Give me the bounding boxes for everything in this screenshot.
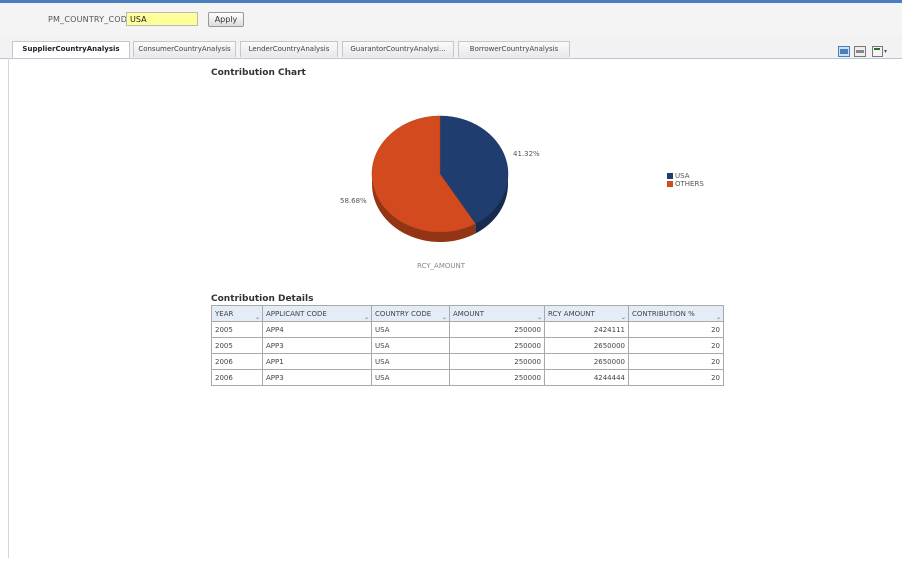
table-row: 2006 APP1 USA 250000 2650000 20 (211, 353, 724, 370)
cell-country-code: USA (371, 369, 450, 386)
print-icon[interactable] (854, 42, 866, 57)
contribution-details-title: Contribution Details (211, 294, 314, 304)
pie-measure-label: RCY_AMOUNT (416, 262, 466, 270)
pie-label-usa: 41.32% (513, 150, 540, 158)
contribution-pie-chart (371, 115, 509, 242)
column-header-amount[interactable]: AMOUNT ⌄ (449, 305, 545, 322)
parameter-bar: PM_COUNTRY_CODE Apply (0, 3, 902, 36)
contribution-details-table: YEAR ⌄ APPLICANT CODE ⌄ COUNTRY CODE ⌄ AMOU… (211, 305, 724, 386)
sort-icon[interactable]: ⌄ (621, 314, 626, 321)
legend-item-usa: USA (667, 172, 704, 180)
column-header-year[interactable]: YEAR ⌄ (211, 305, 263, 322)
column-header-contribution-pct[interactable]: CONTRIBUTION % ⌄ (628, 305, 724, 322)
cell-contribution-pct: 20 (628, 353, 724, 370)
cell-rcy-amount: 2424111 (544, 321, 629, 338)
cell-contribution-pct: 20 (628, 321, 724, 338)
cell-country-code: USA (371, 337, 450, 354)
legend-swatch-usa (667, 173, 673, 179)
cell-applicant-code: APP3 (262, 369, 372, 386)
table-row: 2005 APP3 USA 250000 2650000 20 (211, 337, 724, 354)
apply-button[interactable]: Apply (208, 12, 244, 27)
sort-icon[interactable]: ⌄ (537, 314, 542, 321)
sort-icon[interactable]: ⌄ (255, 314, 260, 321)
cell-rcy-amount: 4244444 (544, 369, 629, 386)
column-header-country-code[interactable]: COUNTRY CODE ⌄ (371, 305, 450, 322)
column-header-label: CONTRIBUTION % (632, 309, 695, 318)
cell-year: 2005 (211, 321, 263, 338)
tab-consumer-country-analysis[interactable]: ConsumerCountryAnalysis (133, 41, 236, 57)
content-frame-border (8, 58, 9, 558)
cell-amount: 250000 (449, 321, 545, 338)
cell-applicant-code: APP1 (262, 353, 372, 370)
cell-amount: 250000 (449, 337, 545, 354)
legend-item-others: OTHERS (667, 180, 704, 188)
cell-contribution-pct: 20 (628, 337, 724, 354)
tab-supplier-country-analysis[interactable]: SupplierCountryAnalysis (12, 41, 130, 58)
sort-icon[interactable]: ⌄ (442, 314, 447, 321)
cell-amount: 250000 (449, 369, 545, 386)
country-code-input[interactable] (126, 12, 198, 26)
column-header-label: YEAR (215, 309, 234, 318)
table-row: 2005 APP4 USA 250000 2424111 20 (211, 321, 724, 338)
cell-applicant-code: APP3 (262, 337, 372, 354)
cell-year: 2006 (211, 353, 263, 370)
cell-country-code: USA (371, 321, 450, 338)
sort-icon[interactable]: ⌄ (716, 314, 721, 321)
tab-lender-country-analysis[interactable]: LenderCountryAnalysis (240, 41, 338, 57)
chart-legend: USA OTHERS (667, 172, 704, 188)
column-header-applicant-code[interactable]: APPLICANT CODE ⌄ (262, 305, 372, 322)
column-header-label: APPLICANT CODE (266, 309, 327, 318)
pie-label-others: 58.68% (340, 197, 367, 205)
cell-amount: 250000 (449, 353, 545, 370)
cell-country-code: USA (371, 353, 450, 370)
cell-year: 2005 (211, 337, 263, 354)
contribution-chart-title: Contribution Chart (211, 68, 306, 78)
legend-label-others: OTHERS (675, 180, 704, 188)
cell-year: 2006 (211, 369, 263, 386)
column-header-label: COUNTRY CODE (375, 309, 432, 318)
column-header-label: RCY AMOUNT (548, 309, 595, 318)
cell-contribution-pct: 20 (628, 369, 724, 386)
cell-rcy-amount: 2650000 (544, 353, 629, 370)
tab-borrower-country-analysis[interactable]: BorrowerCountryAnalysis (458, 41, 570, 57)
parameter-label: PM_COUNTRY_CODE (48, 15, 133, 24)
legend-label-usa: USA (675, 172, 690, 180)
column-header-label: AMOUNT (453, 309, 484, 318)
table-row: 2006 APP3 USA 250000 4244444 20 (211, 369, 724, 386)
table-header-row: YEAR ⌄ APPLICANT CODE ⌄ COUNTRY CODE ⌄ AMOU… (211, 305, 724, 322)
cell-rcy-amount: 2650000 (544, 337, 629, 354)
cell-applicant-code: APP4 (262, 321, 372, 338)
report-tabs: SupplierCountryAnalysis ConsumerCountryA… (0, 36, 902, 59)
sort-icon[interactable]: ⌄ (364, 314, 369, 321)
column-header-rcy-amount[interactable]: RCY AMOUNT ⌄ (544, 305, 629, 322)
tab-guarantor-country-analysis[interactable]: GuarantorCountryAnalysi... (342, 41, 454, 57)
refresh-icon[interactable] (838, 42, 850, 57)
legend-swatch-others (667, 181, 673, 187)
export-icon[interactable] (872, 42, 888, 57)
